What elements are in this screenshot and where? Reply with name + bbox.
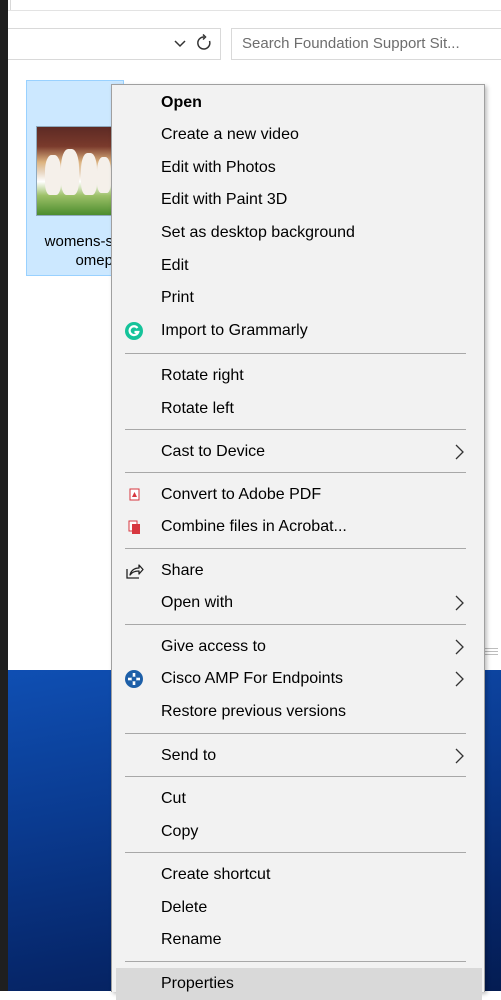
menu-item-label: Give access to <box>161 638 266 655</box>
cisco-amp-icon <box>124 669 144 689</box>
menu-item-label: Edit with Paint 3D <box>161 191 288 208</box>
menu-item-label: Open with <box>161 594 234 611</box>
file-thumbnail <box>36 126 118 216</box>
menu-item-label: Convert to Adobe PDF <box>161 486 322 503</box>
menu-separator <box>125 961 466 962</box>
menu-item-label: Cut <box>161 790 186 807</box>
menu-item-rotate-right[interactable]: Rotate right <box>112 360 484 392</box>
menu-separator <box>125 852 466 853</box>
menu-item-open-with[interactable]: Open with <box>112 587 484 619</box>
menu-item-share[interactable]: Share <box>112 555 484 587</box>
ribbon-edge <box>0 0 501 11</box>
menu-item-label: Edit with Photos <box>161 159 276 176</box>
menu-item-print[interactable]: Print <box>112 282 484 314</box>
menu-item-cut[interactable]: Cut <box>112 783 484 815</box>
menu-item-set-desktop-background[interactable]: Set as desktop background <box>112 217 484 249</box>
chevron-down-icon[interactable] <box>172 34 188 52</box>
menu-item-create-shortcut[interactable]: Create shortcut <box>112 859 484 891</box>
menu-item-rotate-left[interactable]: Rotate left <box>112 393 484 425</box>
menu-item-label: Delete <box>161 899 208 916</box>
menu-item-properties[interactable]: Properties <box>116 968 482 1000</box>
menu-item-label: Copy <box>161 823 199 840</box>
search-box[interactable] <box>231 28 501 60</box>
chevron-right-icon <box>452 639 466 655</box>
menu-item-label: Create a new video <box>161 126 299 143</box>
menu-item-label: Edit <box>161 257 189 274</box>
menu-item-delete[interactable]: Delete <box>112 892 484 924</box>
chevron-right-icon <box>452 595 466 611</box>
menu-item-open[interactable]: Open <box>112 87 484 119</box>
menu-separator <box>125 548 466 549</box>
share-icon <box>124 561 144 581</box>
file-name-line1: womens-s <box>44 233 113 250</box>
view-grip-icon <box>484 646 498 658</box>
menu-item-edit[interactable]: Edit <box>112 250 484 282</box>
menu-item-give-access-to[interactable]: Give access to <box>112 631 484 663</box>
menu-item-label: Cisco AMP For Endpoints <box>161 670 344 687</box>
menu-item-label: Set as desktop background <box>161 224 355 241</box>
adobe-pdf-icon <box>124 485 144 505</box>
menu-separator <box>125 624 466 625</box>
context-menu: Open Create a new video Edit with Photos… <box>111 84 485 1000</box>
menu-item-send-to[interactable]: Send to <box>112 740 484 772</box>
menu-item-label: Open <box>161 94 202 111</box>
menu-item-edit-with-paint-3d[interactable]: Edit with Paint 3D <box>112 184 484 216</box>
menu-item-restore-previous-versions[interactable]: Restore previous versions <box>112 696 484 728</box>
menu-item-label: Import to Grammarly <box>161 322 308 339</box>
menu-item-label: Send to <box>161 747 217 764</box>
grammarly-icon <box>124 321 144 341</box>
menu-separator <box>125 776 466 777</box>
refresh-icon[interactable] <box>195 33 213 52</box>
menu-item-create-new-video[interactable]: Create a new video <box>112 119 484 151</box>
chevron-right-icon <box>452 671 466 687</box>
menu-separator <box>125 733 466 734</box>
chevron-right-icon <box>452 444 466 460</box>
menu-separator <box>125 472 466 473</box>
menu-item-label: Create shortcut <box>161 866 271 883</box>
menu-item-cast-to-device[interactable]: Cast to Device <box>112 436 484 468</box>
menu-item-edit-with-photos[interactable]: Edit with Photos <box>112 152 484 184</box>
menu-item-label: Rotate right <box>161 367 244 384</box>
menu-item-label: Properties <box>161 975 234 992</box>
menu-item-label: Share <box>161 562 204 579</box>
acrobat-combine-icon <box>124 517 144 537</box>
window-left-edge <box>0 0 8 991</box>
menu-item-convert-to-adobe-pdf[interactable]: Convert to Adobe PDF <box>112 479 484 511</box>
file-name-line2: omep <box>75 252 113 269</box>
menu-item-label: Restore previous versions <box>161 703 346 720</box>
menu-item-label: Cast to Device <box>161 443 266 460</box>
menu-item-label: Rename <box>161 931 222 948</box>
menu-item-copy[interactable]: Copy <box>112 816 484 848</box>
menu-item-label: Rotate left <box>161 400 234 417</box>
selected-file-item[interactable]: womens-s omep <box>26 80 124 276</box>
chevron-right-icon <box>452 748 466 764</box>
menu-item-combine-in-acrobat[interactable]: Combine files in Acrobat... <box>112 511 484 543</box>
menu-item-rename[interactable]: Rename <box>112 924 484 956</box>
menu-separator <box>125 429 466 430</box>
search-input[interactable] <box>232 29 501 57</box>
menu-item-import-to-grammarly[interactable]: Import to Grammarly <box>112 315 484 347</box>
menu-item-cisco-amp[interactable]: Cisco AMP For Endpoints <box>112 663 484 695</box>
menu-separator <box>125 353 466 354</box>
menu-item-label: Print <box>161 289 194 306</box>
menu-item-label: Combine files in Acrobat... <box>161 518 347 535</box>
